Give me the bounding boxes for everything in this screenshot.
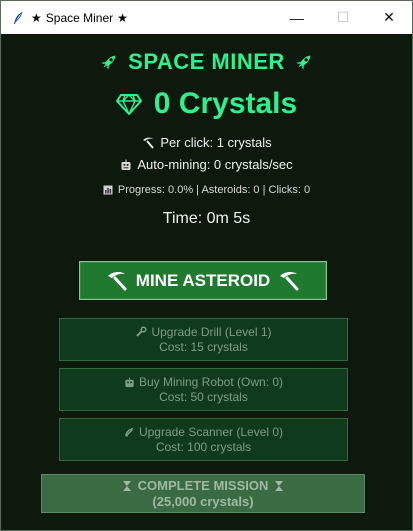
mine-asteroid-label: MINE ASTEROID <box>135 270 271 290</box>
upgrade-drill-label: Upgrade Drill (Level 1) <box>151 324 272 339</box>
bar-chart-icon <box>103 185 113 195</box>
maximize-button[interactable]: ☐ <box>320 1 366 34</box>
star-icon: ★ <box>31 10 42 25</box>
robot-icon <box>124 376 135 388</box>
robot-icon <box>120 159 132 171</box>
close-button[interactable]: ✕ <box>366 1 412 34</box>
game-title: SPACE MINER <box>1 49 412 75</box>
rocket-icon <box>98 51 120 73</box>
mine-asteroid-button[interactable]: MINE ASTEROID <box>79 261 327 300</box>
gem-icon <box>115 93 142 115</box>
upgrade-scanner-label: Upgrade Scanner (Level 0) <box>138 424 284 439</box>
upgrade-drill-button[interactable]: Upgrade Drill (Level 1) Cost: 15 crystal… <box>59 318 348 361</box>
crystal-counter: 0 Crystals <box>1 87 412 121</box>
wrench-icon <box>135 326 148 338</box>
pickaxe-icon <box>141 136 155 150</box>
feather-icon <box>11 11 25 25</box>
app-window: ★ Space Miner ★ — ☐ ✕ SPACE MINER 0 Crys… <box>0 0 413 531</box>
per-click-stat: Per click: 1 crystals <box>1 135 412 150</box>
complete-mission-button[interactable]: COMPLETE MISSION (25,000 crystals) <box>41 474 365 513</box>
title-bar: ★ Space Miner ★ — ☐ ✕ <box>1 1 412 34</box>
buy-robot-button[interactable]: Buy Mining Robot (Own: 0) Cost: 50 cryst… <box>59 368 348 411</box>
pickaxe-icon <box>278 270 300 292</box>
upgrade-drill-cost: Cost: 15 crystals <box>159 339 248 354</box>
rocket-icon <box>293 51 315 73</box>
progress-stat: Progress: 0.0% | Asteroids: 0 | Clicks: … <box>1 184 412 196</box>
game-area: SPACE MINER 0 Crystals Per click: 1 crys… <box>1 34 412 530</box>
window-title-text: Space Miner <box>45 10 114 25</box>
minimize-button[interactable]: — <box>274 1 320 34</box>
buy-robot-label: Buy Mining Robot (Own: 0) <box>138 374 284 389</box>
complete-mission-label: COMPLETE MISSION <box>137 477 269 493</box>
game-title-text: SPACE MINER <box>128 49 285 74</box>
per-click-text: Per click: 1 crystals <box>160 135 272 150</box>
star-icon: ★ <box>117 10 128 25</box>
upgrade-scanner-cost: Cost: 100 crystals <box>155 439 252 454</box>
auto-mining-text: Auto-mining: 0 crystals/sec <box>137 157 293 172</box>
hourglass-icon <box>274 480 284 492</box>
time-stat: Time: 0m 5s <box>162 210 251 227</box>
satellite-icon <box>124 427 135 438</box>
buy-robot-cost: Cost: 50 crystals <box>159 389 248 404</box>
auto-mining-stat: Auto-mining: 0 crystals/sec <box>1 157 412 172</box>
hourglass-icon <box>122 480 132 492</box>
upgrade-scanner-button[interactable]: Upgrade Scanner (Level 0) Cost: 100 crys… <box>59 418 348 461</box>
progress-text: Progress: 0.0% | Asteroids: 0 | Clicks: … <box>117 184 311 196</box>
complete-mission-cost: (25,000 crystals) <box>152 493 254 509</box>
window-title: ★ Space Miner ★ <box>31 11 128 25</box>
crystal-count-text: 0 Crystals <box>153 87 298 120</box>
pickaxe-icon <box>106 270 128 292</box>
